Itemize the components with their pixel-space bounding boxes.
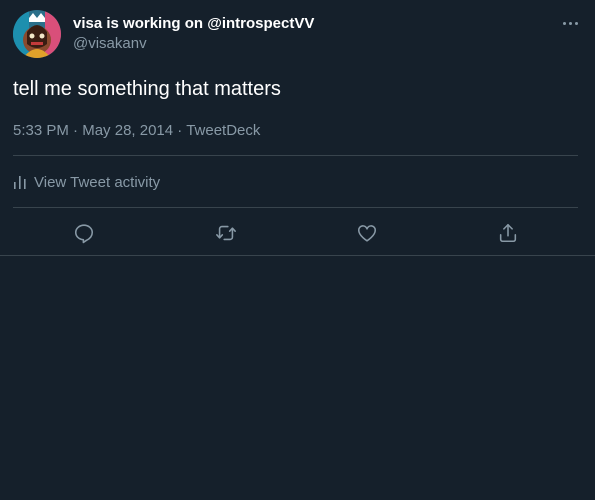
more-dot-icon [562, 21, 566, 25]
display-name[interactable]: visa is working on @introspectVV [73, 15, 314, 32]
avatar[interactable] [13, 10, 61, 58]
view-tweet-activity-link[interactable]: View Tweet activity [13, 172, 160, 192]
user-handle[interactable]: @visakanv [73, 35, 147, 52]
share-button[interactable] [496, 221, 520, 245]
meta-separator: · [68, 122, 83, 139]
tweet-date[interactable]: May 28, 2014 [82, 122, 173, 139]
meta-separator: · [173, 122, 187, 139]
like-button[interactable] [355, 221, 379, 245]
divider [13, 207, 578, 208]
tweet-detail: visa is working on @introspectVV @visaka… [0, 0, 595, 256]
tweet-metadata: 5:33 PM · May 28, 2014 · TweetDeck [13, 122, 260, 139]
reply-button[interactable] [72, 221, 96, 245]
more-dot-icon [574, 21, 578, 25]
more-options-button[interactable] [560, 16, 580, 30]
retweet-icon [216, 225, 236, 241]
activity-label: View Tweet activity [34, 173, 161, 191]
more-dot-icon [568, 21, 572, 25]
reply-icon [74, 224, 94, 244]
tweet-text: tell me something that matters [13, 78, 281, 100]
divider [13, 155, 578, 156]
activity-chart-icon [14, 176, 26, 189]
avatar-image [13, 10, 61, 58]
retweet-button[interactable] [214, 221, 238, 245]
tweet-time[interactable]: 5:33 PM [13, 122, 69, 139]
tweet-source[interactable]: TweetDeck [186, 122, 260, 139]
like-icon [357, 225, 377, 242]
share-icon [499, 223, 517, 243]
